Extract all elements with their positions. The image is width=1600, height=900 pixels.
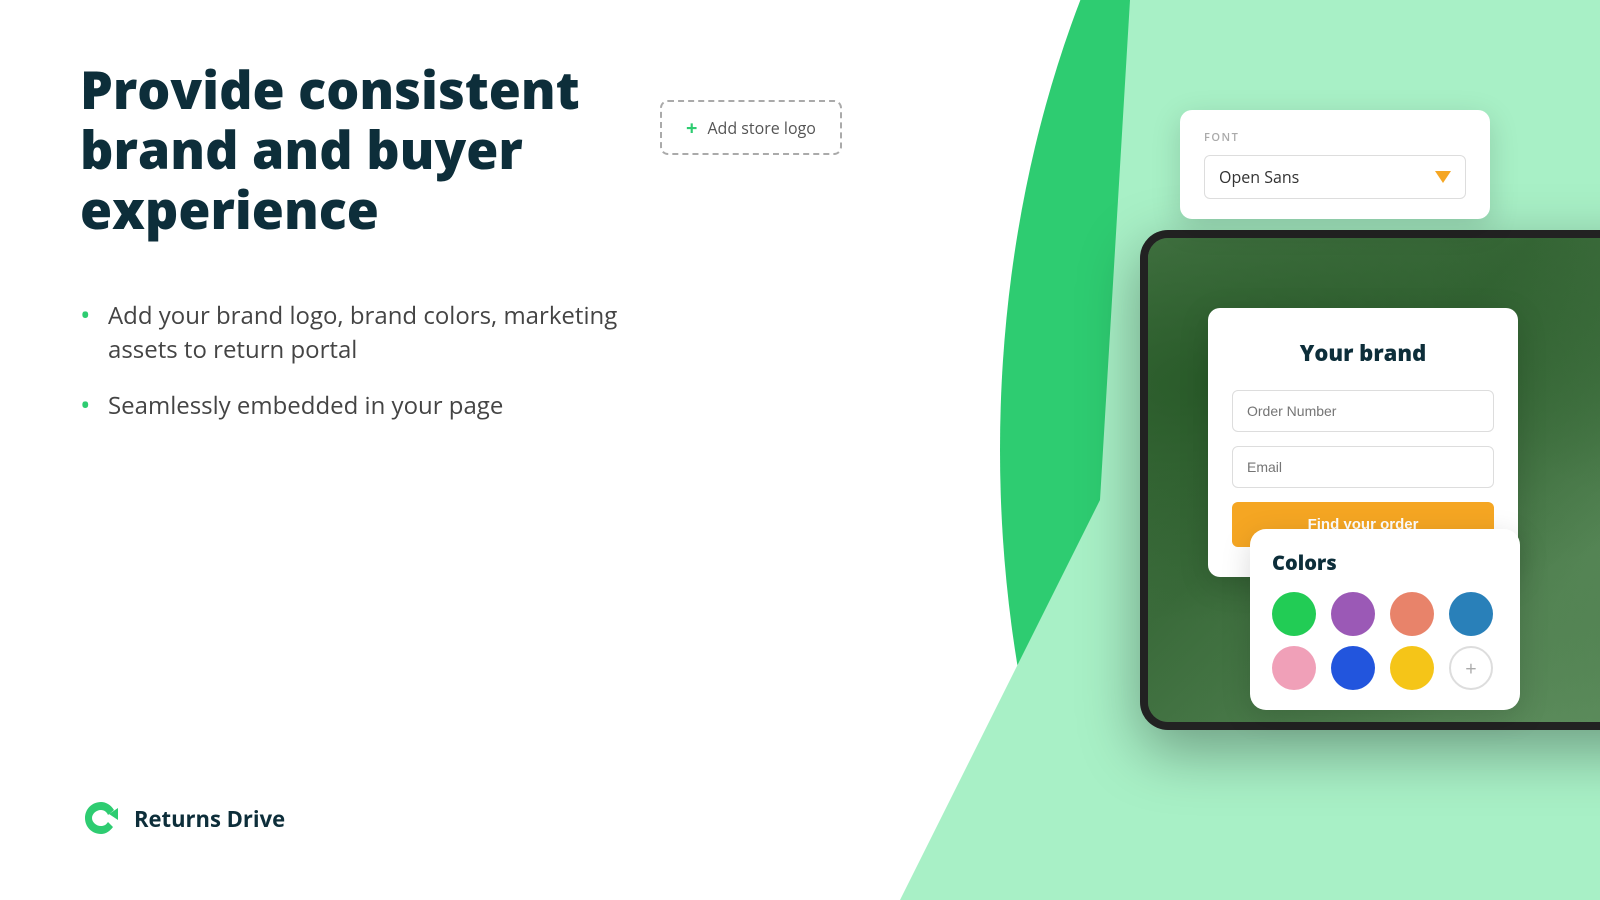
color-add-button[interactable]: + — [1449, 646, 1493, 690]
color-swatch-yellow[interactable] — [1390, 646, 1434, 690]
color-swatch-blue[interactable] — [1449, 592, 1493, 636]
page-container: Provide consistent brand and buyer exper… — [0, 0, 1600, 900]
font-select-value: Open Sans — [1219, 166, 1435, 188]
bullet-item-2: Seamlessly embedded in your page — [80, 389, 640, 423]
tablet-wrapper: + Add store logo Your brand Find your or… — [560, 90, 1460, 690]
returns-drive-logo-icon — [80, 798, 122, 840]
font-panel-label: FONT — [1204, 130, 1466, 145]
bullet-item-1: Add your brand logo, brand colors, marke… — [80, 299, 640, 366]
color-swatch-dark-blue[interactable] — [1331, 646, 1375, 690]
colors-panel: Colors + — [1250, 529, 1520, 710]
color-swatch-green[interactable] — [1272, 592, 1316, 636]
add-logo-label: Add store logo — [707, 117, 815, 139]
color-swatch-pink[interactable] — [1272, 646, 1316, 690]
bullet-list: Add your brand logo, brand colors, marke… — [80, 299, 640, 422]
color-swatch-purple[interactable] — [1331, 592, 1375, 636]
colors-panel-title: Colors — [1272, 549, 1498, 576]
brand-card-title: Your brand — [1232, 338, 1494, 368]
order-number-input[interactable] — [1232, 390, 1494, 432]
font-panel: FONT Open Sans — [1180, 110, 1490, 219]
email-input[interactable] — [1232, 446, 1494, 488]
headline: Provide consistent brand and buyer exper… — [80, 60, 640, 239]
add-store-logo-button[interactable]: + Add store logo — [660, 100, 842, 155]
plus-icon: + — [686, 114, 697, 141]
logo-text: Returns Drive — [134, 804, 285, 834]
logo-area: Returns Drive — [80, 798, 285, 840]
color-grid: + — [1272, 592, 1498, 690]
color-swatch-coral[interactable] — [1390, 592, 1434, 636]
font-select-row[interactable]: Open Sans — [1204, 155, 1466, 199]
left-section: Provide consistent brand and buyer exper… — [80, 60, 640, 444]
font-dropdown-arrow-icon — [1435, 171, 1451, 183]
